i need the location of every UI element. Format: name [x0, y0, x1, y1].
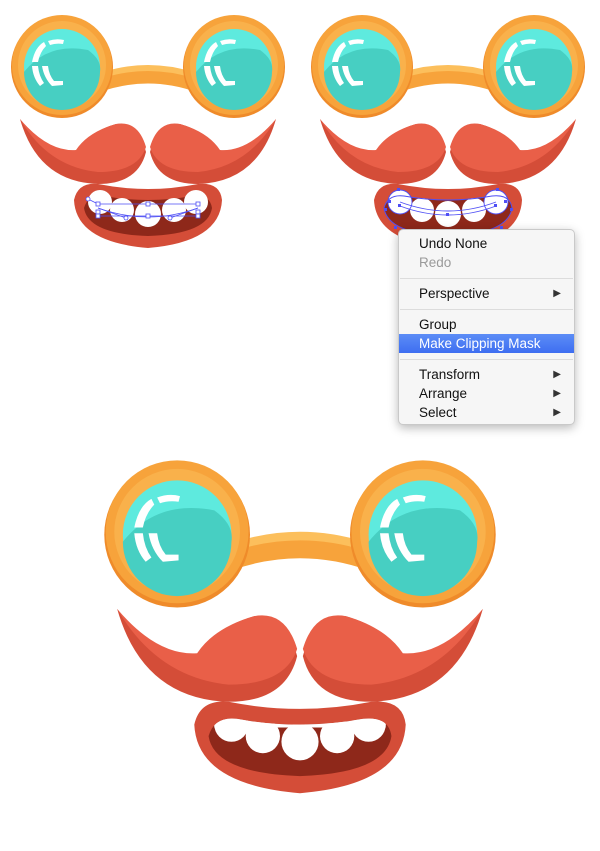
- menu-item-transform[interactable]: Transform ▶: [399, 365, 574, 384]
- menu-item-perspective[interactable]: Perspective ▶: [399, 284, 574, 303]
- mustache: [20, 119, 276, 184]
- menu-item-label: Transform: [419, 367, 481, 382]
- menu-separator: [400, 309, 573, 310]
- menu-item-label: Make Clipping Mask: [419, 336, 541, 351]
- menu-item-label: Select: [419, 405, 457, 420]
- mustache: [117, 608, 483, 702]
- menu-separator: [400, 359, 573, 360]
- submenu-arrow-icon: ▶: [553, 288, 561, 299]
- right-lens-group: [350, 460, 496, 608]
- menu-item-label: Group: [419, 317, 457, 332]
- menu-item-undo[interactable]: Undo None: [399, 234, 574, 253]
- menu-item-group[interactable]: Group: [399, 315, 574, 334]
- face-illustration-1: [8, 12, 288, 252]
- mustache: [320, 119, 576, 184]
- menu-item-redo: Redo: [399, 253, 574, 272]
- right-lens-group: [183, 15, 285, 118]
- menu-item-label: Arrange: [419, 386, 468, 401]
- submenu-arrow-icon: ▶: [553, 388, 561, 399]
- face-illustration-result: [100, 455, 500, 800]
- glasses: [311, 15, 585, 118]
- menu-item-arrange[interactable]: Arrange ▶: [399, 384, 574, 403]
- submenu-arrow-icon: ▶: [553, 407, 561, 418]
- left-lens-group: [311, 15, 413, 118]
- face-artwork: [104, 460, 496, 794]
- face-artwork: [311, 15, 585, 248]
- submenu-arrow-icon: ▶: [553, 369, 561, 380]
- mouth: [194, 701, 406, 794]
- menu-item-label: Undo None: [419, 236, 488, 251]
- left-lens-group: [11, 15, 113, 118]
- menu-item-label: Perspective: [419, 286, 490, 301]
- face-illustration-2: [308, 12, 588, 252]
- mouth: [74, 183, 222, 248]
- menu-item-select[interactable]: Select ▶: [399, 403, 574, 422]
- right-lens-group: [483, 15, 585, 118]
- menu-item-label: Redo: [419, 255, 452, 270]
- face-artwork: [11, 15, 285, 248]
- context-menu: Undo None Redo Perspective ▶ Group Make …: [398, 229, 575, 425]
- menu-separator: [400, 278, 573, 279]
- left-lens-group: [104, 460, 251, 608]
- glasses: [104, 460, 496, 608]
- glasses: [11, 15, 285, 118]
- menu-item-make-clipping-mask[interactable]: Make Clipping Mask: [399, 334, 574, 353]
